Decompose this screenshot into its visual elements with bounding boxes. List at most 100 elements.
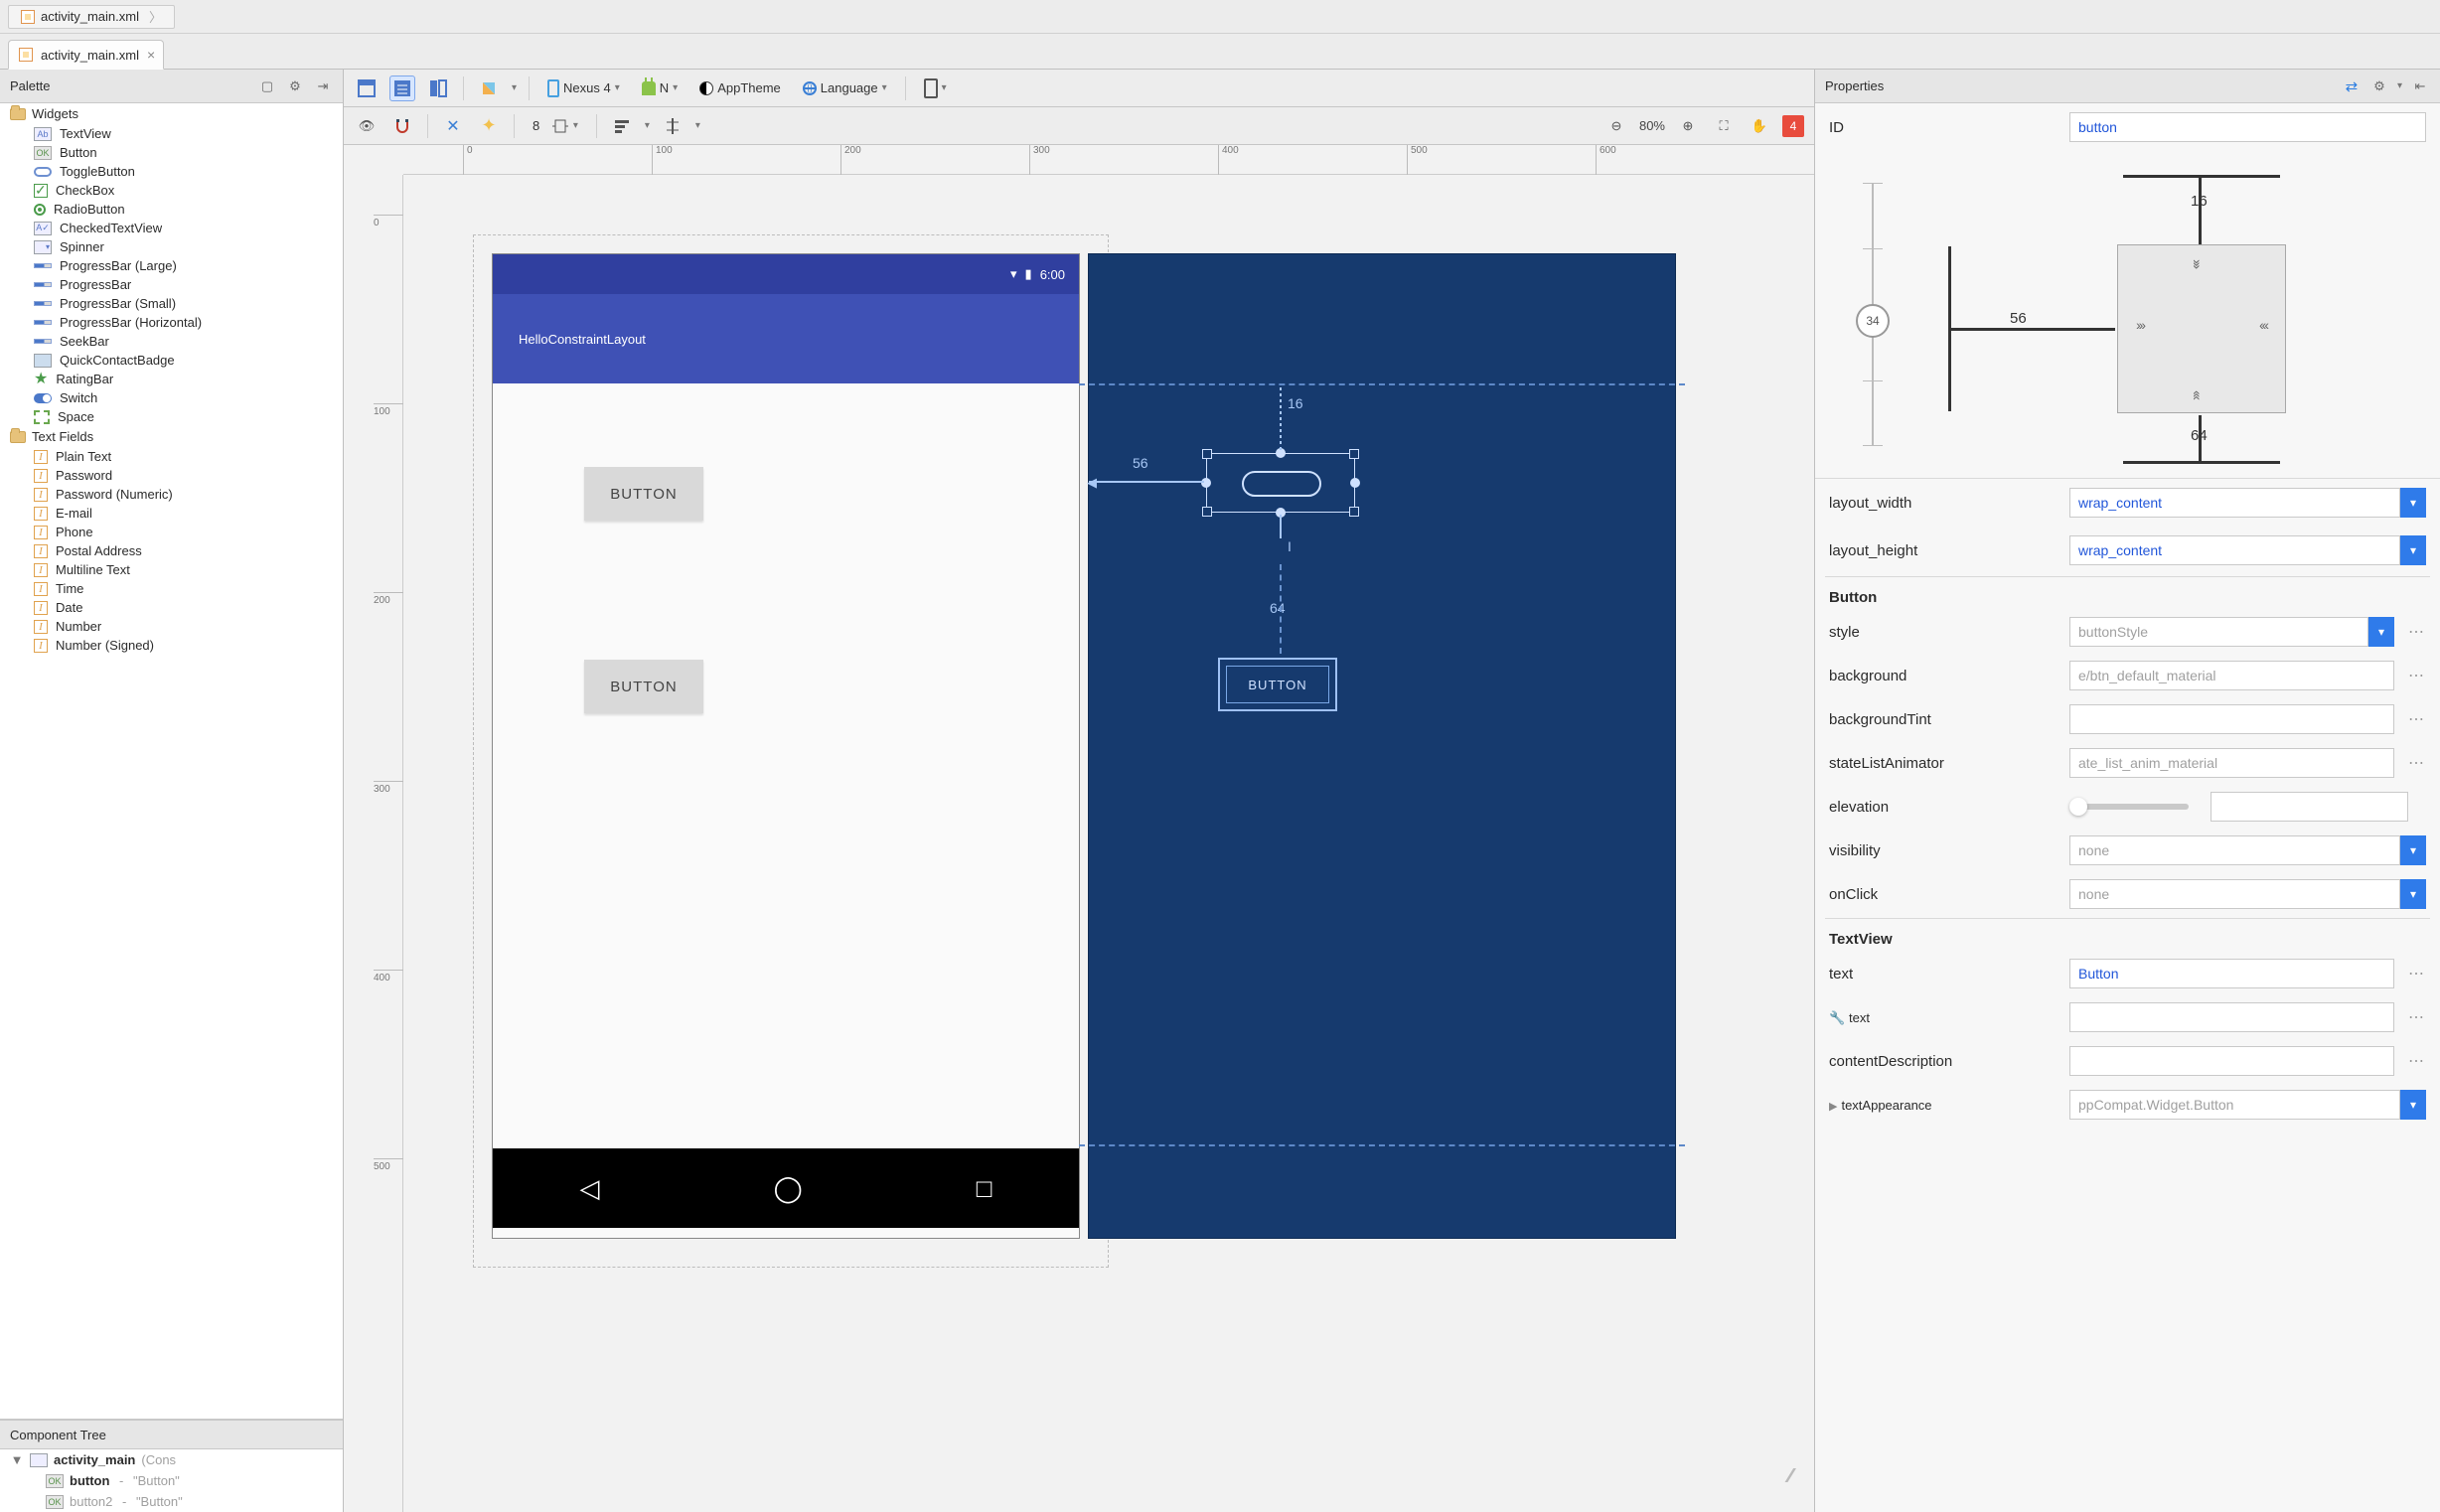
bp-button-2[interactable]: BUTTON [1218,658,1337,711]
api-picker[interactable]: N▾ [636,76,684,101]
palette-item[interactable]: A✓CheckedTextView [0,219,343,237]
palette-item[interactable]: INumber [0,617,343,636]
fit-icon[interactable]: ⛶ [1711,113,1737,139]
prop-onclick-input[interactable] [2069,879,2400,909]
pan-icon[interactable]: ✋ [1747,113,1772,139]
more-icon[interactable]: ⋯ [2406,1051,2426,1071]
more-icon[interactable]: ⋯ [2406,1007,2426,1027]
blueprint-surface-icon[interactable] [389,76,415,101]
prop-text-input[interactable] [2069,959,2394,988]
palette-item[interactable]: IPhone [0,523,343,541]
dropdown-icon[interactable]: ▾ [2400,1090,2426,1120]
palette-item[interactable]: ITime [0,579,343,598]
design-button-2[interactable]: BUTTON [584,660,703,713]
bp-selected-button[interactable] [1206,453,1355,513]
zoom-out-icon[interactable]: ⊖ [1603,113,1629,139]
design-surface-icon[interactable] [354,76,380,101]
palette-item[interactable]: ▾Spinner [0,237,343,256]
eye-icon[interactable]: 👁 [354,113,380,139]
palette-group[interactable]: Text Fields [0,426,343,447]
prop-elev-input[interactable] [2211,792,2408,822]
prop-sla-input[interactable] [2069,748,2394,778]
more-icon[interactable]: ⋯ [2406,753,2426,773]
more-icon[interactable]: ⋯ [2406,709,2426,729]
prop-ta-input[interactable] [2069,1090,2400,1120]
prop-visibility-input[interactable] [2069,835,2400,865]
editor-tab[interactable]: activity_main.xml × [8,40,164,70]
device-picker[interactable]: Nexus 4▾ [541,76,626,101]
disclosure-icon[interactable]: ▼ [10,1452,24,1467]
clear-constraints-icon[interactable]: ✕ [440,113,466,139]
collapse-icon[interactable]: ⇤ [2410,76,2430,96]
disclosure-icon[interactable]: ▶ [1829,1100,1837,1113]
palette-item[interactable]: IPassword [0,466,343,485]
prop-layout-height-input[interactable] [2069,535,2400,565]
locale-picker[interactable]: Language▾ [797,76,893,101]
palette-item[interactable]: AbTextView [0,124,343,143]
tree-root[interactable]: ▼ activity_main (Cons [0,1449,343,1470]
palette-item[interactable]: CheckBox [0,181,343,200]
orientation-icon[interactable] [476,76,502,101]
prop-text-tools-input[interactable] [2069,1002,2394,1032]
tree-node-button[interactable]: OK button - "Button" [0,1470,343,1491]
magnet-icon[interactable] [389,113,415,139]
breadcrumb-item[interactable]: activity_main.xml 〉 [8,5,175,29]
align-icon[interactable] [609,113,635,139]
prop-id-input[interactable] [2069,112,2426,142]
palette-item[interactable]: ProgressBar (Small) [0,294,343,313]
prop-layout-width-input[interactable] [2069,488,2400,518]
palette-item[interactable]: ProgressBar [0,275,343,294]
collapse-icon[interactable]: ⇥ [313,76,333,96]
palette-group[interactable]: Widgets [0,103,343,124]
more-icon[interactable]: ⋯ [2406,622,2426,642]
canvas[interactable]: 0100200300400500600 0100200300400500 ▾ ▮… [344,145,1814,1512]
device-design-surface[interactable]: ▾ ▮ 6:00 HelloConstraintLayout BUTTON BU… [493,254,1079,1238]
palette-item[interactable]: OKButton [0,143,343,162]
orientation-picker[interactable]: ▾ [918,76,953,101]
default-margin[interactable]: 8 ▾ [527,113,584,139]
close-icon[interactable]: × [147,47,155,63]
warning-badge[interactable]: 4 [1782,115,1804,137]
constraint-inspector[interactable]: 34 16 56 64 ››› ‹‹‹ ››› ‹‹‹ [1815,151,2440,479]
gear-icon[interactable]: ⚙ [2369,76,2389,96]
palette-item[interactable]: INumber (Signed) [0,636,343,655]
palette-item[interactable]: ProgressBar (Horizontal) [0,313,343,332]
palette-item[interactable]: IDate [0,598,343,617]
pack-icon[interactable] [660,113,686,139]
prop-cd-input[interactable] [2069,1046,2394,1076]
more-icon[interactable]: ⋯ [2406,964,2426,983]
theme-picker[interactable]: AppTheme [693,76,787,101]
palette-item[interactable]: IPostal Address [0,541,343,560]
dropdown-icon[interactable]: ▾ [2400,835,2426,865]
both-surfaces-icon[interactable] [425,76,451,101]
dropdown-icon[interactable]: ▾ [2368,617,2394,647]
palette-item[interactable]: ToggleButton [0,162,343,181]
infer-constraints-icon[interactable]: ✦ [476,113,502,139]
design-button-1[interactable]: BUTTON [584,467,703,521]
zoom-in-icon[interactable]: ⊕ [1675,113,1701,139]
palette-item[interactable]: ★RatingBar [0,370,343,388]
palette-item[interactable]: IPassword (Numeric) [0,485,343,504]
dropdown-icon[interactable]: ▾ [2400,535,2426,565]
palette-item[interactable]: Switch [0,388,343,407]
palette-layout-icon[interactable]: ▢ [257,76,277,96]
palette-item[interactable]: ProgressBar (Large) [0,256,343,275]
dropdown-icon[interactable]: ▾ [2400,488,2426,518]
dropdown-icon[interactable]: ▾ [2400,879,2426,909]
cycle-icon[interactable]: ⇄ [2342,76,2362,96]
vertical-bias-slider[interactable]: 34 [1851,183,1895,446]
prop-background-input[interactable] [2069,661,2394,690]
ci-center-box[interactable]: ››› ‹‹‹ ››› ‹‹‹ [2117,244,2286,413]
elevation-slider[interactable] [2069,804,2189,810]
palette-item[interactable]: IE-mail [0,504,343,523]
bias-value[interactable]: 34 [1856,304,1890,338]
device-blueprint-surface[interactable]: 16 ◀ 56 I 64 BUTTON [1089,254,1675,1238]
palette-item[interactable]: Space [0,407,343,426]
prop-bgtint-input[interactable] [2069,704,2394,734]
tree-node-button2[interactable]: OK button2 - "Button" [0,1491,343,1512]
more-icon[interactable]: ⋯ [2406,666,2426,685]
palette-item[interactable]: IPlain Text [0,447,343,466]
palette-item[interactable]: RadioButton [0,200,343,219]
palette-item[interactable]: QuickContactBadge [0,351,343,370]
palette-item[interactable]: IMultiline Text [0,560,343,579]
